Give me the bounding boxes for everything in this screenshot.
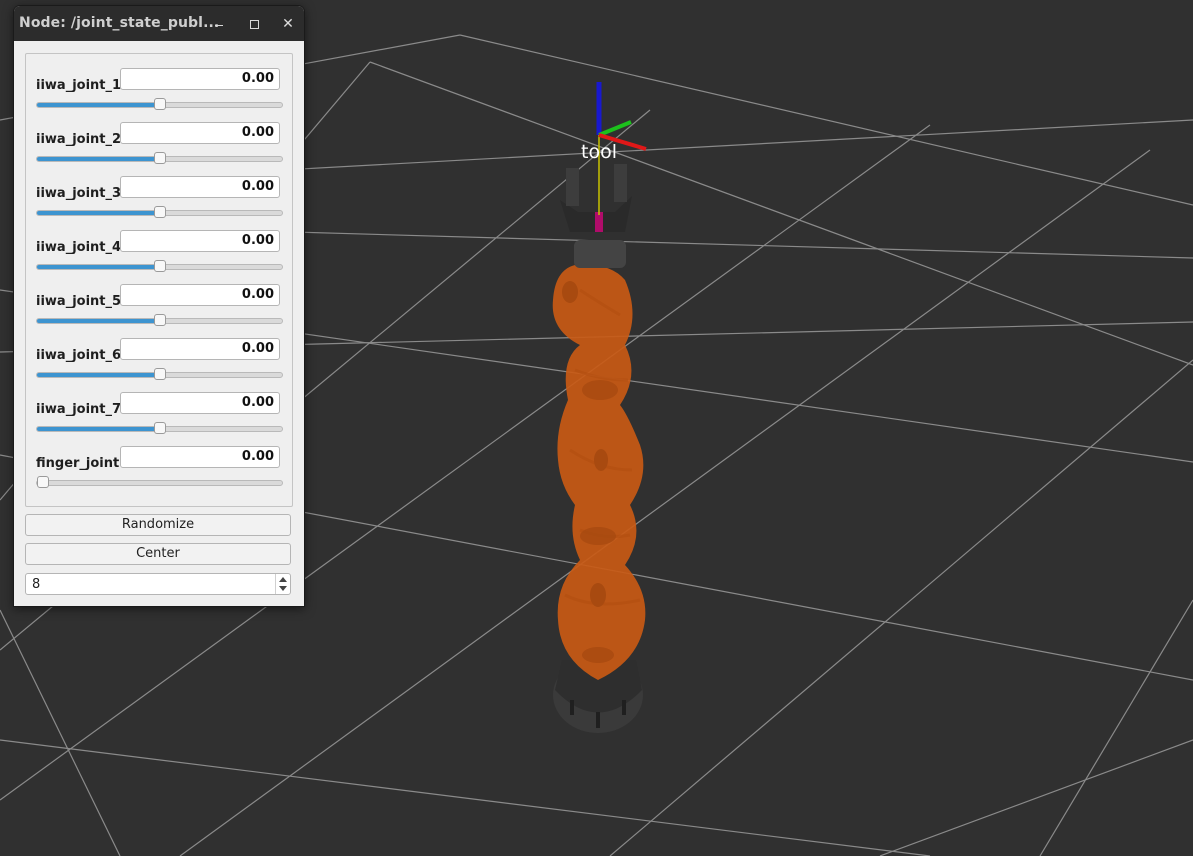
joint-row: iiwa_joint_1 0.00 (26, 67, 292, 121)
titlebar[interactable]: Node: /joint_state_publ... ✕ (14, 6, 304, 41)
slider-handle[interactable] (153, 98, 166, 110)
slider-fill (37, 319, 160, 323)
window-title: Node: /joint_state_publ... (19, 15, 220, 31)
joint-slider[interactable] (36, 476, 283, 488)
joint-label: iiwa_joint_4 (36, 240, 122, 255)
slider-fill (37, 157, 160, 161)
joint-label: iiwa_joint_2 (36, 132, 122, 147)
maximize-icon (250, 20, 259, 29)
close-icon: ✕ (282, 16, 294, 32)
joint-value-field[interactable]: 0.00 (120, 230, 280, 252)
slider-fill (37, 373, 160, 377)
slider-fill (37, 265, 160, 269)
joint-value-field[interactable]: 0.00 (120, 392, 280, 414)
center-button[interactable]: Center (25, 543, 291, 565)
joint-slider[interactable] (36, 314, 283, 326)
joint-label: iiwa_joint_3 (36, 186, 122, 201)
minimize-button[interactable] (210, 14, 230, 34)
joint-row: iiwa_joint_2 0.00 (26, 121, 292, 175)
joint-label: iiwa_joint_7 (36, 402, 122, 417)
slider-handle[interactable] (153, 260, 166, 272)
robot-model (552, 164, 646, 733)
joint-row: iiwa_joint_5 0.00 (26, 283, 292, 337)
slider-handle[interactable] (153, 152, 166, 164)
joint-value-field[interactable]: 0.00 (120, 446, 280, 468)
joint-label: finger_joint (36, 456, 120, 471)
joint-slider[interactable] (36, 422, 283, 434)
joint-label: iiwa_joint_5 (36, 294, 122, 309)
joint-slider[interactable] (36, 206, 283, 218)
joint-slider[interactable] (36, 152, 283, 164)
joint-row: finger_joint 0.00 (26, 445, 292, 499)
joint-value-field[interactable]: 0.00 (120, 122, 280, 144)
close-button[interactable]: ✕ (278, 14, 298, 34)
joint-slider[interactable] (36, 368, 283, 380)
joint-row: iiwa_joint_3 0.00 (26, 175, 292, 229)
joint-state-publisher-window[interactable]: Node: /joint_state_publ... ✕ iiwa_joint_… (13, 5, 305, 607)
maximize-button[interactable] (244, 14, 264, 34)
joint-slider[interactable] (36, 260, 283, 272)
slider-fill (37, 103, 160, 107)
joint-value-field[interactable]: 0.00 (120, 176, 280, 198)
slider-handle[interactable] (153, 314, 166, 326)
slider-handle[interactable] (153, 206, 166, 218)
slider-handle[interactable] (153, 422, 166, 434)
randomize-button[interactable]: Randomize (25, 514, 291, 536)
joint-row: iiwa_joint_6 0.00 (26, 337, 292, 391)
spinbox-value: 8 (32, 577, 41, 592)
joint-sliders-group: iiwa_joint_1 0.00 iiwa_joint_2 0.00 iiwa… (25, 53, 293, 507)
slider-fill (37, 427, 160, 431)
slider-handle[interactable] (37, 476, 49, 488)
arrow-up-icon[interactable] (279, 577, 287, 582)
joint-label: iiwa_joint_1 (36, 78, 122, 93)
joint-value-field[interactable]: 0.00 (120, 284, 280, 306)
tool-frame-label: tool (581, 141, 617, 163)
arrow-down-icon[interactable] (279, 586, 287, 591)
slider-handle[interactable] (153, 368, 166, 380)
slider-fill (37, 211, 160, 215)
joint-label: iiwa_joint_6 (36, 348, 122, 363)
joint-value-field[interactable]: 0.00 (120, 338, 280, 360)
joint-row: iiwa_joint_4 0.00 (26, 229, 292, 283)
joint-slider[interactable] (36, 98, 283, 110)
spinbox-arrows[interactable] (275, 574, 290, 594)
joint-value-field[interactable]: 0.00 (120, 68, 280, 90)
joint-count-spinbox[interactable]: 8 (25, 573, 291, 595)
joint-row: iiwa_joint_7 0.00 (26, 391, 292, 445)
minimize-icon (215, 25, 223, 26)
